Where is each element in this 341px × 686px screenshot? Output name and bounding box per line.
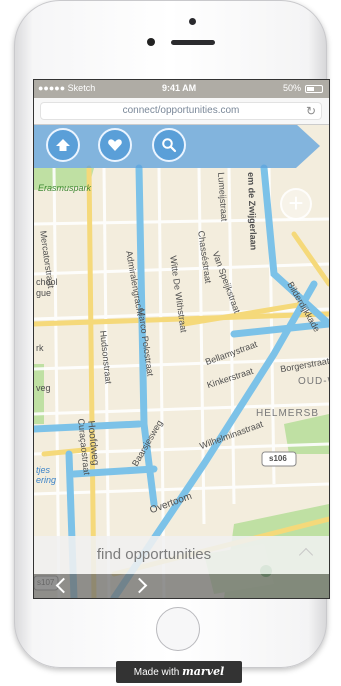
chevron-up-icon[interactable] bbox=[298, 547, 314, 563]
map-label: rk bbox=[36, 343, 44, 353]
reload-icon[interactable]: ↻ bbox=[306, 102, 316, 120]
band-arrow bbox=[296, 124, 320, 168]
chevron-right-icon[interactable] bbox=[131, 577, 148, 594]
heart-icon bbox=[108, 139, 122, 151]
made-with-marvel-badge[interactable]: Made with marvel bbox=[116, 661, 242, 683]
chevron-left-icon[interactable] bbox=[55, 577, 72, 594]
add-button[interactable]: + bbox=[280, 188, 312, 220]
home-icon bbox=[56, 139, 70, 151]
find-opportunities-panel[interactable]: find opportunities bbox=[34, 536, 329, 574]
battery-percent: 50% bbox=[282, 83, 301, 93]
search-button[interactable] bbox=[152, 128, 186, 162]
map-label: HELMERSB bbox=[256, 408, 320, 419]
map-label: gue bbox=[36, 288, 52, 298]
marvel-logo: marvel bbox=[182, 665, 225, 678]
earpiece-speaker bbox=[171, 40, 215, 45]
status-bar: ●●●●● Sketch 9:41 AM 50% bbox=[34, 80, 329, 98]
url-field[interactable]: connect/opportunities.com ↻ bbox=[40, 102, 322, 120]
home-button[interactable] bbox=[46, 128, 80, 162]
map-label: veg bbox=[36, 383, 51, 393]
favorite-button[interactable] bbox=[98, 128, 132, 162]
url-text: connect/opportunities.com bbox=[122, 105, 240, 116]
search-icon bbox=[162, 138, 177, 153]
front-camera bbox=[147, 38, 155, 46]
sensor-dot bbox=[189, 18, 196, 25]
battery-icon bbox=[305, 85, 323, 93]
route-marker-label: s106 bbox=[269, 454, 287, 463]
map-label: tjes bbox=[36, 465, 51, 475]
carrier-label: ●●●●● Sketch bbox=[38, 83, 96, 93]
plus-icon: + bbox=[288, 188, 304, 218]
map-label: OUD-WE bbox=[298, 376, 329, 387]
map-label: Erasmuspark bbox=[38, 183, 92, 193]
browser-address-bar: connect/opportunities.com ↻ bbox=[34, 98, 329, 125]
phone-screen: Erasmuspark Mercatorstraat Admiralengrac… bbox=[33, 79, 330, 599]
browser-nav-bar bbox=[34, 574, 329, 598]
badge-prefix: Made with bbox=[133, 667, 180, 678]
map-label: ering bbox=[36, 475, 57, 485]
find-opportunities-label: find opportunities bbox=[96, 546, 212, 563]
clock: 9:41 AM bbox=[162, 83, 197, 93]
hardware-home-button[interactable] bbox=[156, 607, 200, 651]
map-label: chool bbox=[36, 277, 58, 287]
